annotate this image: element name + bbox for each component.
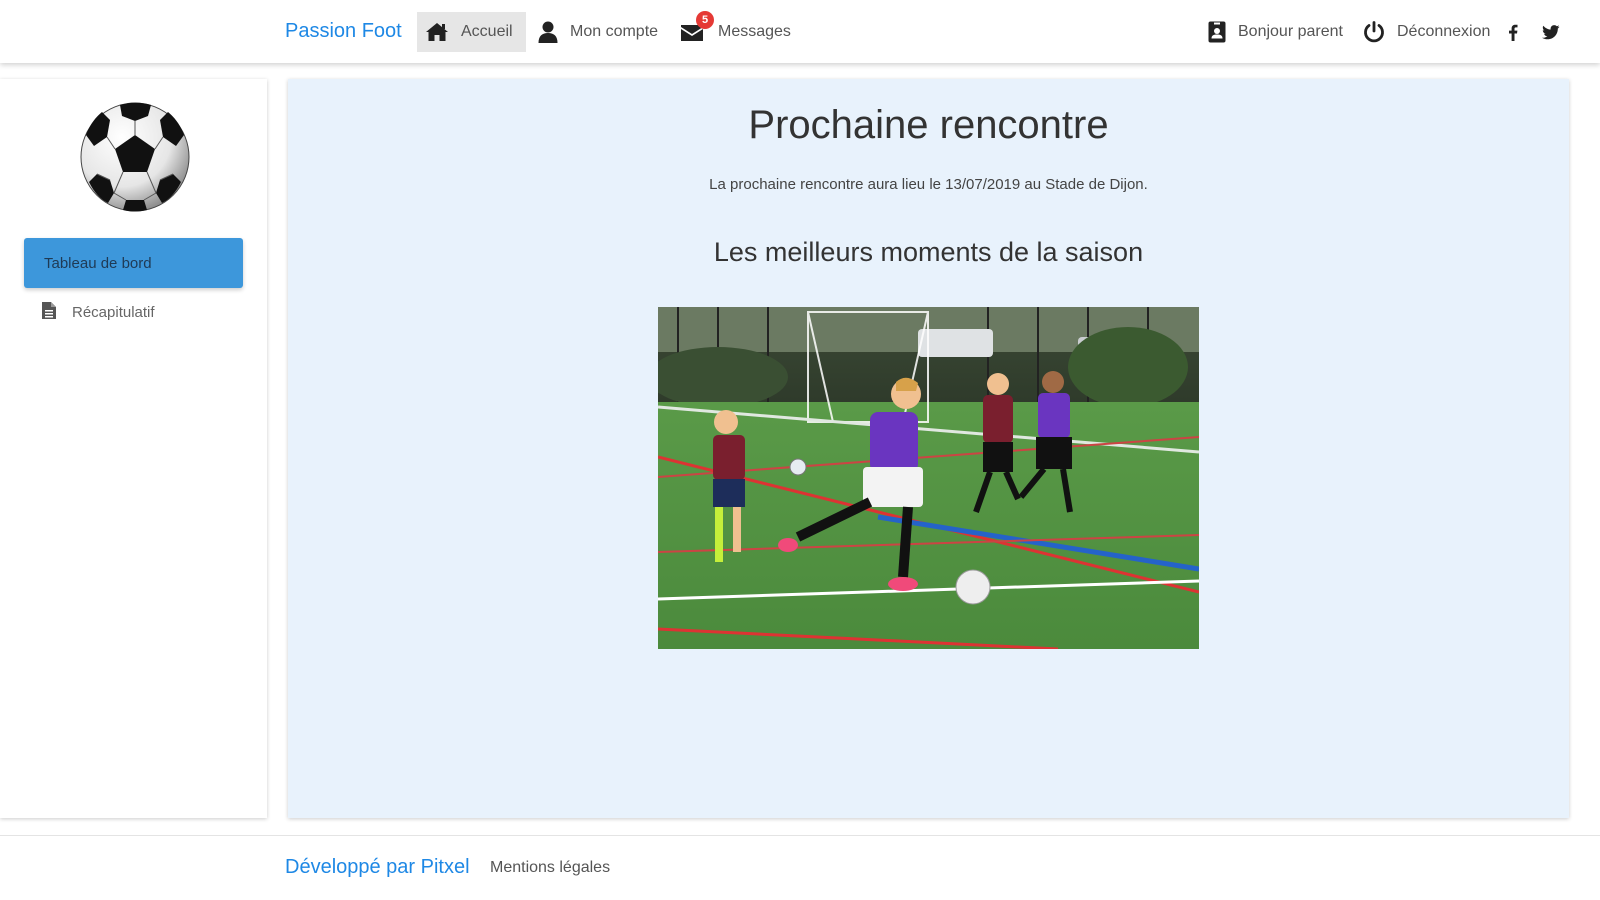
- envelope-icon: 5: [680, 11, 714, 43]
- footer-brand[interactable]: Développé par Pitxel: [285, 856, 470, 879]
- main-content: Prochaine rencontre La prochaine rencont…: [288, 79, 1569, 818]
- nav-item-label: Mon compte: [570, 23, 659, 40]
- home-icon: [425, 22, 449, 42]
- nav-item-label: Déconnexion: [1397, 23, 1491, 40]
- nav-item-messages[interactable]: 5 Messages: [672, 11, 799, 52]
- twitter-link[interactable]: [1538, 12, 1564, 52]
- user-icon: [538, 21, 558, 43]
- nav-item-label: Accueil: [461, 23, 513, 40]
- nav-item-label: Bonjour parent: [1238, 23, 1343, 40]
- id-card-icon: [1208, 21, 1226, 43]
- nav-item-parent[interactable]: Bonjour parent: [1200, 12, 1351, 52]
- document-icon: [42, 301, 56, 323]
- facebook-link[interactable]: [1504, 12, 1522, 52]
- sidebar-item-dashboard[interactable]: Tableau de bord: [24, 238, 243, 288]
- brand-link[interactable]: Passion Foot: [285, 20, 402, 43]
- legal-notice-link[interactable]: Mentions légales: [490, 859, 610, 877]
- power-icon: [1363, 21, 1385, 43]
- sidebar-item-label: Récapitulatif: [72, 303, 155, 321]
- page-title: Prochaine rencontre: [748, 103, 1109, 147]
- messages-badge: 5: [696, 11, 714, 29]
- soccer-ball-avatar: [80, 102, 190, 212]
- twitter-icon: [1542, 24, 1560, 40]
- season-highlight-photo: [658, 307, 1199, 649]
- sidebar-item-label: Tableau de bord: [44, 254, 152, 272]
- facebook-icon: [1508, 24, 1518, 41]
- nav-item-logout[interactable]: Déconnexion: [1355, 12, 1498, 52]
- top-navbar: Passion Foot Accueil Mon compte 5 Messag…: [0, 0, 1600, 63]
- sidebar-item-recap[interactable]: Récapitulatif: [42, 300, 155, 324]
- next-match-text: La prochaine rencontre aura lieu le 13/0…: [709, 176, 1148, 193]
- nav-item-label: Messages: [718, 23, 791, 40]
- highlights-heading: Les meilleurs moments de la saison: [713, 237, 1144, 267]
- footer-divider: [0, 835, 1600, 836]
- nav-item-account[interactable]: Mon compte: [530, 12, 666, 52]
- nav-item-home[interactable]: Accueil: [417, 12, 526, 52]
